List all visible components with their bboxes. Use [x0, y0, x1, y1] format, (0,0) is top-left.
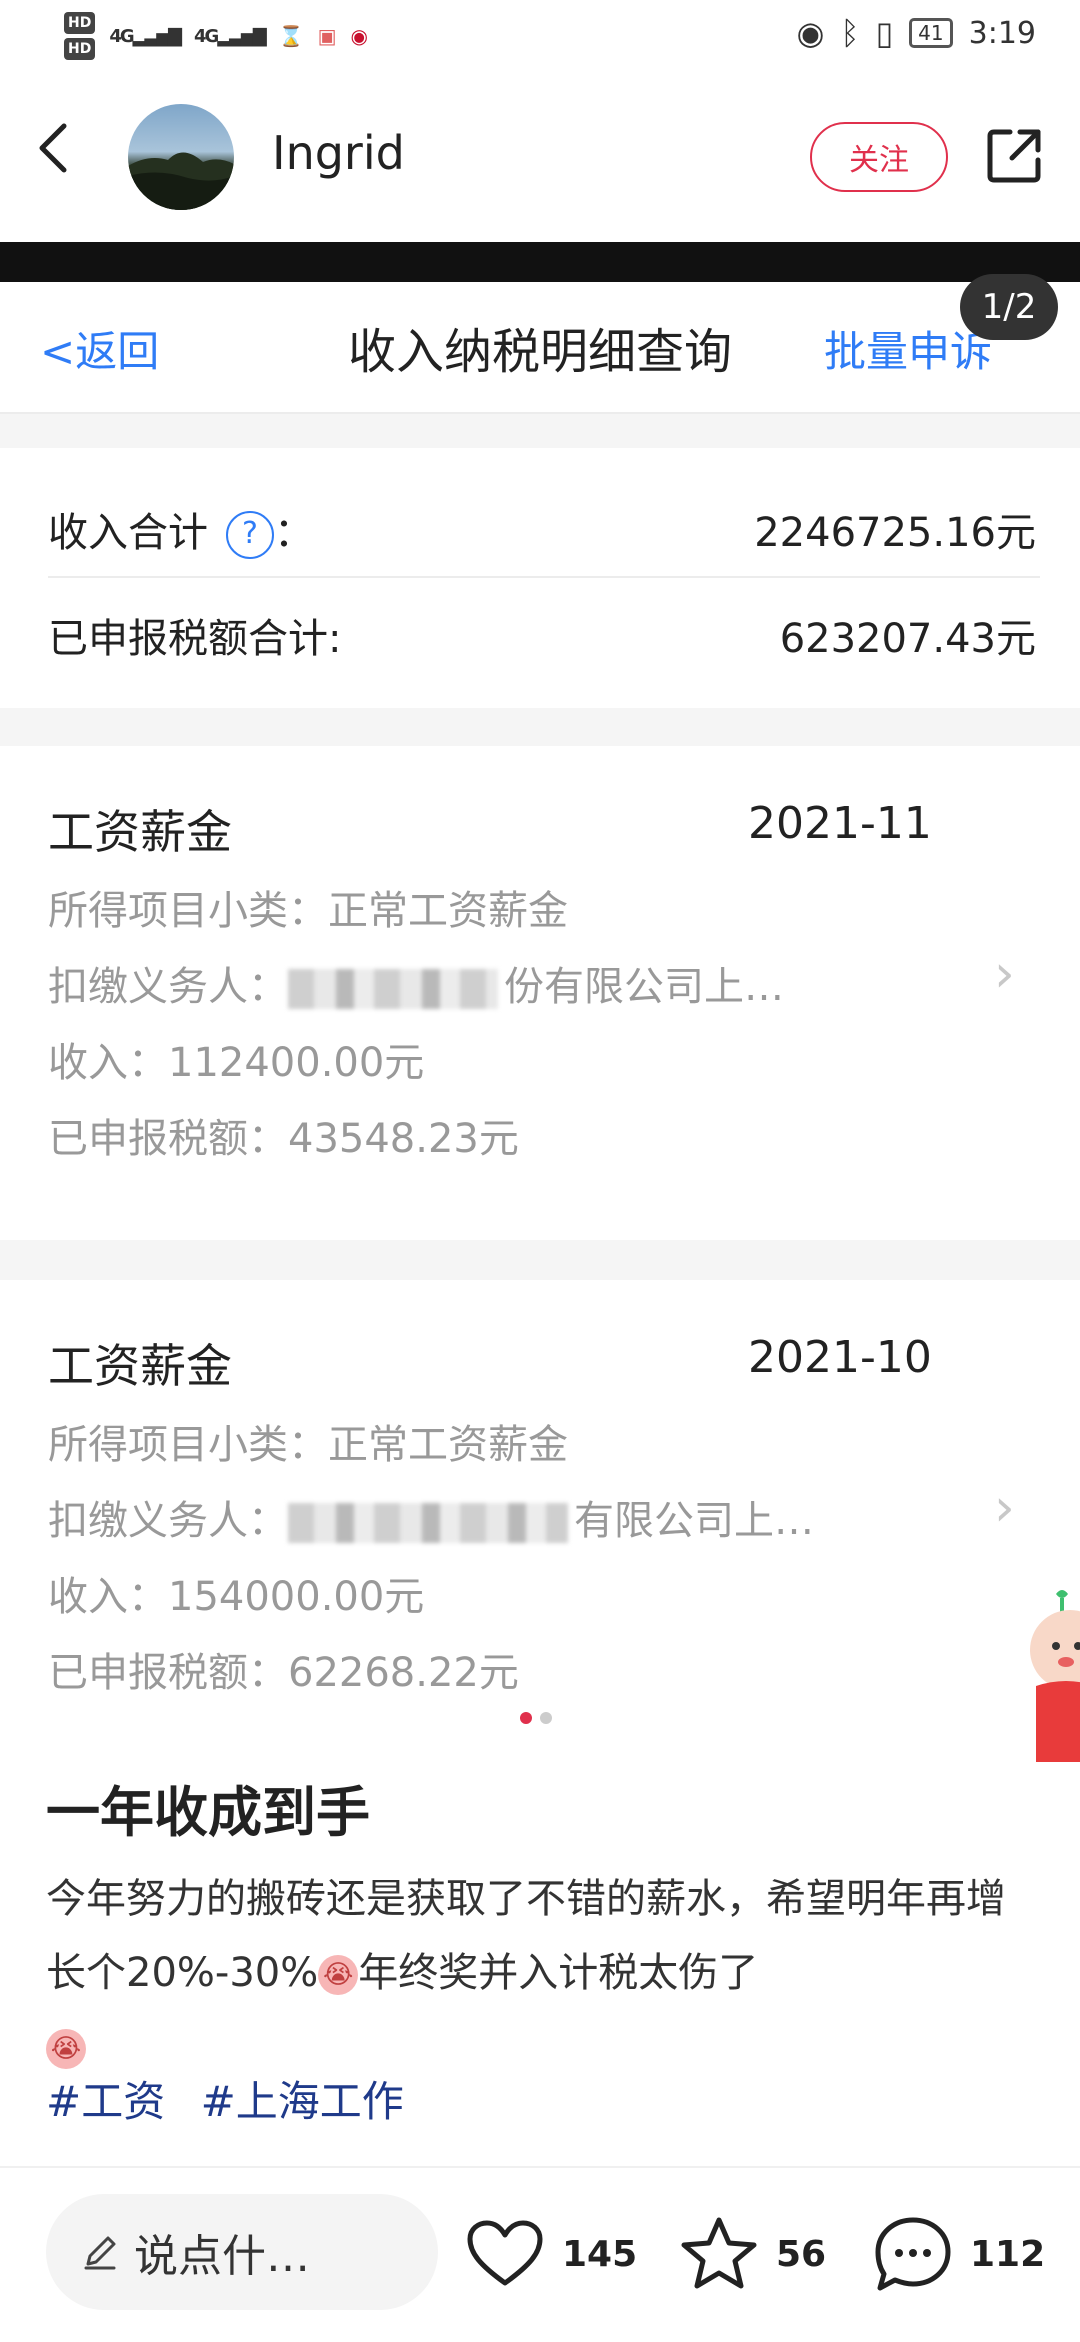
tag-list: #工资 #上海工作 [46, 2068, 426, 2129]
signal-icon-2: 4G▂▃▅▇ [194, 25, 267, 47]
hd2-badge: HD [64, 38, 96, 60]
chevron-right-icon: › [994, 1478, 1015, 1538]
record-tax: 已申报税额：62268.22元 [48, 1650, 519, 1696]
post-title: 一年收成到手 [46, 1781, 370, 1844]
tax-total-label: 已申报税额合计: [48, 616, 342, 662]
record-subcategory: 所得项目小类：正常工资薪金 [48, 1422, 568, 1468]
like-count: 145 [562, 2233, 638, 2275]
record-tax: 已申报税额：43548.23元 [48, 1116, 519, 1162]
section-gap [0, 708, 1080, 746]
section-gap [0, 414, 1080, 448]
record-income: 收入：154000.00元 [48, 1574, 425, 1620]
tax-total-value: 623207.43元 [779, 616, 1036, 662]
redacted-blur [288, 1503, 568, 1543]
vibrate-icon: ▯ [875, 14, 894, 52]
signal1-label: 4G [109, 25, 134, 47]
signal2-label: 4G [194, 25, 219, 47]
withholder-label: 扣缴义务人： [48, 1498, 288, 1544]
favorite-count: 56 [776, 2233, 827, 2275]
post-body: 今年努力的搬砖还是获取了不错的薪水，希望明年再增长个20%-30% 😭 年终奖并入计… [46, 1862, 1036, 2084]
divider [48, 576, 1040, 578]
withholder-label: 扣缴义务人： [48, 964, 288, 1010]
status-right: ◉ ᛒ ▯ 41 3:19 [796, 14, 1036, 52]
comment-bubble-icon [875, 2217, 951, 2291]
carousel-dot-active [520, 1712, 532, 1724]
income-total-text: 收入合计 [48, 510, 208, 556]
record-date: 2021-10 [748, 1332, 932, 1383]
bank-notification-icon: ◉ [350, 24, 368, 48]
post-body-text-2: 年终奖并入计税太伤了 [358, 1950, 759, 1996]
withholder-visible: 份有限公司上… [504, 964, 784, 1010]
follow-button[interactable]: 关注 [810, 122, 948, 192]
crying-emoji-icon: 😭 [46, 2029, 86, 2069]
share-icon [987, 129, 1041, 183]
star-icon [681, 2217, 757, 2289]
pencil-icon [84, 2236, 116, 2270]
hd1-badge: HD [64, 12, 96, 34]
record-subcategory: 所得项目小类：正常工资薪金 [48, 888, 568, 934]
signal-icon-1: 4G▂▃▅▇ [109, 25, 182, 47]
income-total-colon: ： [274, 510, 314, 556]
back-button[interactable] [34, 118, 94, 188]
record-title: 工资薪金 [48, 805, 232, 859]
income-total-value: 2246725.16元 [754, 510, 1036, 556]
username[interactable]: Ingrid [272, 126, 405, 180]
carousel-indicator [520, 1712, 552, 1724]
income-total-label: 收入合计?： [48, 500, 314, 559]
tag-link[interactable]: #上海工作 [201, 2077, 404, 2126]
chevron-right-icon: › [994, 944, 1015, 1004]
hd-indicators: HD HD [64, 10, 96, 62]
comment-button[interactable]: 112 [874, 2214, 1045, 2294]
battery-icon: 41 [909, 18, 953, 48]
chevron-left-icon [39, 123, 67, 173]
avatar-image [128, 152, 234, 210]
eye-icon: ◉ [796, 14, 825, 52]
share-button[interactable] [984, 126, 1044, 186]
screenshot-status-strip [0, 242, 1080, 282]
image-pager: 1/2 [960, 274, 1058, 340]
status-left: HD HD 4G▂▃▅▇ 4G▂▃▅▇ ⌛ ▣ ◉ [64, 10, 368, 62]
carousel-dot [540, 1712, 552, 1724]
section-gap [0, 1240, 1080, 1280]
crying-emoji-icon: 😭 [318, 1955, 359, 1995]
like-button[interactable]: 145 [466, 2214, 637, 2294]
bluetooth-icon: ᛒ [840, 14, 860, 52]
clock: 3:19 [968, 15, 1036, 51]
comment-count: 112 [970, 2233, 1046, 2275]
app-notification-icon: ▣ [317, 24, 337, 48]
hourglass-icon: ⌛ [278, 24, 304, 48]
record-income: 收入：112400.00元 [48, 1040, 425, 1086]
heart-icon [467, 2220, 543, 2286]
help-icon: ? [226, 511, 274, 559]
mascot-icon [1030, 1590, 1080, 1762]
record-withholder: 扣缴义务人： 份有限公司上… [48, 954, 784, 1012]
favorite-button[interactable]: 56 [680, 2214, 826, 2294]
record-title: 工资薪金 [48, 1339, 232, 1393]
tag-link[interactable]: #工资 [46, 2077, 165, 2126]
status-bar: HD HD 4G▂▃▅▇ 4G▂▃▅▇ ⌛ ▣ ◉ ◉ ᛒ ▯ 41 3:19 [0, 0, 1080, 72]
record-withholder: 扣缴义务人： 有限公司上… [48, 1488, 814, 1546]
withholder-visible: 有限公司上… [574, 1498, 814, 1544]
record-date: 2021-11 [748, 798, 932, 849]
avatar[interactable] [128, 104, 234, 210]
redacted-blur [288, 969, 498, 1009]
comment-placeholder: 说点什… [134, 2231, 310, 2282]
comment-input[interactable]: 说点什… [46, 2194, 438, 2310]
floating-mascot-icon[interactable] [1026, 1586, 1080, 1762]
